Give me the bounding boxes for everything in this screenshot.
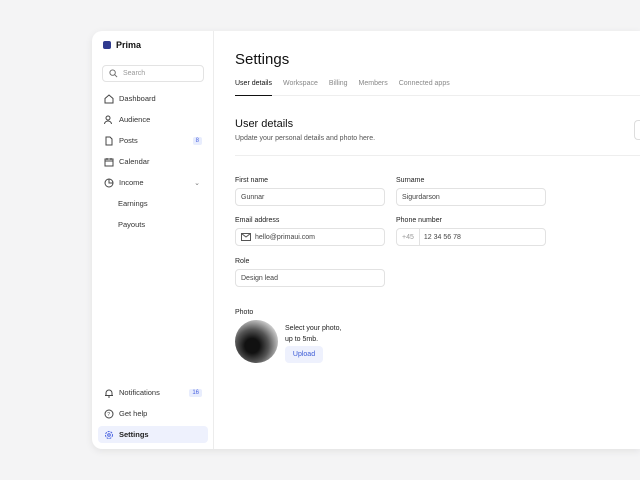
sidebar-item-calendar[interactable]: Calendar <box>98 153 208 170</box>
sidebar-item-posts[interactable]: Posts 8 <box>98 132 208 149</box>
role-label: Role <box>235 258 250 265</box>
home-icon <box>104 93 114 103</box>
prima-logo-icon <box>103 41 111 49</box>
tab-members[interactable]: Members <box>359 80 388 95</box>
gear-icon <box>105 430 113 439</box>
avatar <box>235 320 278 363</box>
role-field[interactable]: Design lead <box>235 269 385 287</box>
tab-billing[interactable]: Billing <box>329 80 348 95</box>
tab-connected-apps[interactable]: Connected apps <box>399 80 450 95</box>
search-input[interactable]: Search <box>102 65 204 82</box>
nav-label: Get help <box>119 409 148 418</box>
phone-value: 12 34 56 78 <box>423 233 461 241</box>
sidebar-item-audience[interactable]: Audience <box>98 111 208 128</box>
calendar-icon <box>104 157 114 166</box>
page-title: Settings <box>235 51 290 68</box>
users-icon <box>104 115 112 124</box>
nav-label: Calendar <box>119 157 150 166</box>
tab-user-details[interactable]: User details <box>235 80 272 96</box>
photo-instructions: Select your photo, up to 5mb. <box>285 323 341 345</box>
nav-label: Audience <box>119 115 151 124</box>
svg-text:?: ? <box>107 412 110 418</box>
divider <box>235 155 640 156</box>
nav-label: Income <box>119 178 144 187</box>
sidebar-item-dashboard[interactable]: Dashboard <box>98 90 208 107</box>
chevron-down-icon[interactable]: ⌄ <box>194 179 200 187</box>
surname-label: Surname <box>396 177 425 184</box>
nav-label: Posts <box>119 136 138 145</box>
search-icon <box>109 69 118 78</box>
role-value: Design lead <box>241 274 278 282</box>
email-label: Email address <box>235 217 280 224</box>
nav-label: Payouts <box>118 220 146 229</box>
app-window: Prima Search Dashboard Audience Posts 8 C… <box>92 31 640 449</box>
nav-label: Notifications <box>119 388 160 397</box>
search-placeholder: Search <box>123 70 146 77</box>
phone-prefix[interactable]: +45 <box>402 229 420 245</box>
posts-badge: 8 <box>192 136 202 145</box>
email-field[interactable]: hello@primaui.com <box>235 228 385 246</box>
first-name-value: Gunnar <box>241 193 265 201</box>
sidebar-item-payouts[interactable]: Payouts <box>98 216 208 233</box>
tabs: User details Workspace Billing Members C… <box>235 80 640 96</box>
app-name: Prima <box>116 40 142 50</box>
notifications-badge: 16 <box>189 388 202 397</box>
bell-icon <box>105 389 113 397</box>
nav-label: Earnings <box>118 199 148 208</box>
sidebar-item-income[interactable]: Income ⌄ <box>98 174 208 191</box>
main-content: Settings User details Workspace Billing … <box>215 31 640 449</box>
action-button[interactable] <box>634 120 640 140</box>
upload-button[interactable]: Upload <box>285 346 323 363</box>
document-icon <box>105 136 113 145</box>
pie-chart-icon <box>104 178 114 187</box>
mail-icon <box>241 233 251 241</box>
brand: Prima <box>103 40 141 50</box>
tab-workspace[interactable]: Workspace <box>283 80 318 95</box>
photo-line-2: up to 5mb. <box>285 336 319 343</box>
first-name-label: First name <box>235 177 269 184</box>
email-value: hello@primaui.com <box>255 233 316 241</box>
sidebar-item-settings[interactable]: Settings <box>98 426 208 443</box>
section-description: Update your personal details and photo h… <box>235 135 376 142</box>
nav-label: Settings <box>119 430 149 439</box>
surname-value: Sigurdarson <box>402 193 440 201</box>
phone-label: Phone number <box>396 217 442 224</box>
first-name-field[interactable]: Gunnar <box>235 188 385 206</box>
help-icon: ? <box>104 409 114 418</box>
sidebar: Prima Search Dashboard Audience Posts 8 C… <box>92 31 214 449</box>
nav-label: Dashboard <box>119 94 156 103</box>
sidebar-item-get-help[interactable]: ? Get help <box>98 405 208 422</box>
sidebar-item-notifications[interactable]: Notifications 16 <box>98 384 208 401</box>
surname-field[interactable]: Sigurdarson <box>396 188 546 206</box>
photo-line-1: Select your photo, <box>285 325 342 332</box>
phone-field[interactable]: +45 12 34 56 78 <box>396 228 546 246</box>
photo-label: Photo <box>235 309 254 316</box>
sidebar-item-earnings[interactable]: Earnings <box>98 195 208 212</box>
section-title: User details <box>235 118 294 130</box>
